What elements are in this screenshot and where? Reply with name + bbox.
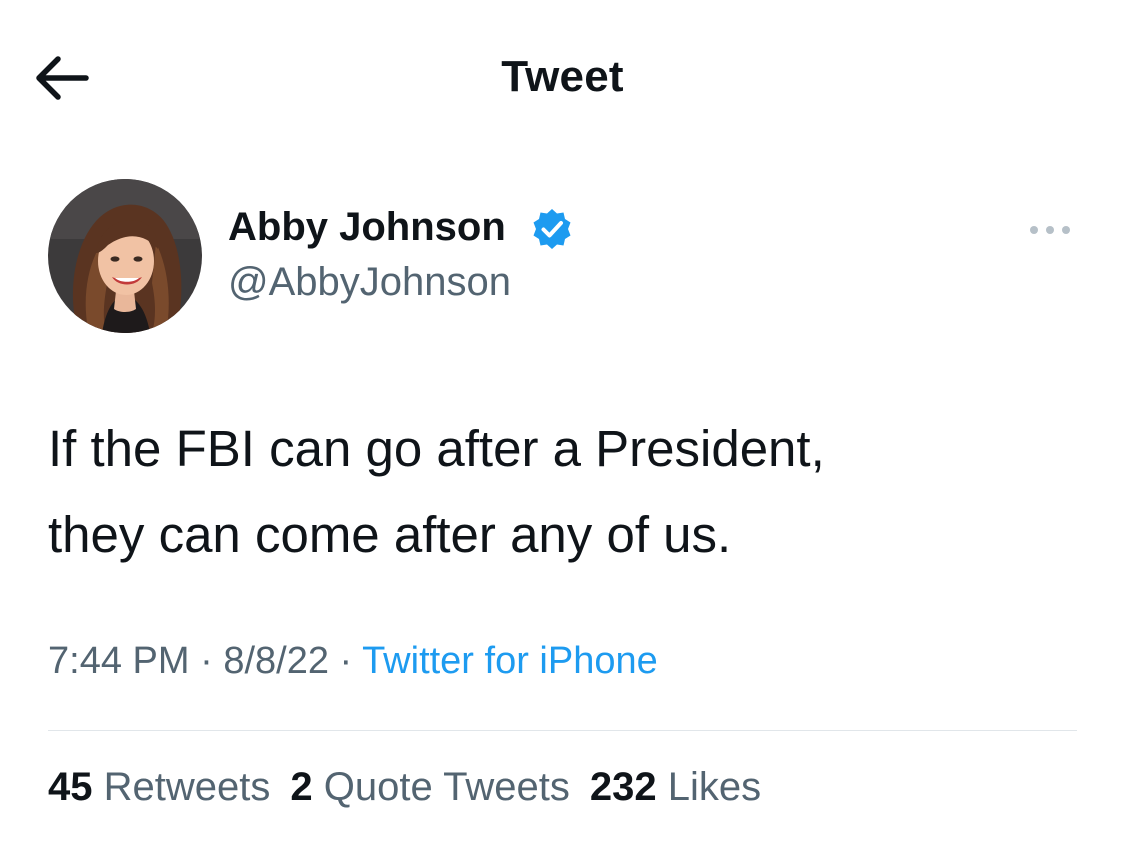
- top-bar: Tweet: [0, 0, 1125, 150]
- tweet-text-line: they can come after any of us.: [48, 506, 732, 563]
- meta-separator: ·: [189, 640, 224, 682]
- author-name[interactable]: Abby Johnson: [228, 205, 506, 250]
- quote-tweets-count: 2: [290, 765, 313, 809]
- more-horizontal-icon: [1030, 226, 1070, 234]
- retweets-stat[interactable]: 45 Retweets: [48, 765, 270, 809]
- tweet-date[interactable]: 8/8/22: [223, 640, 329, 682]
- page-title: Tweet: [501, 52, 624, 101]
- tweet-text: If the FBI can go after a President, the…: [48, 406, 1088, 578]
- tweet-time[interactable]: 7:44 PM: [48, 640, 190, 682]
- tweet-text-line: If the FBI can go after a President,: [48, 420, 825, 477]
- quote-tweets-label: Quote Tweets: [323, 765, 570, 809]
- tweet-meta: 7:44 PM · 8/8/22 · Twitter for iPhone: [48, 640, 658, 683]
- likes-count: 232: [589, 765, 657, 809]
- retweets-count: 45: [48, 765, 93, 809]
- retweets-label: Retweets: [103, 765, 271, 809]
- quote-tweets-stat[interactable]: 2 Quote Tweets: [290, 765, 569, 809]
- divider: [48, 730, 1077, 731]
- tweet-stats: 45 Retweets 2 Quote Tweets 232 Likes: [48, 765, 781, 810]
- meta-separator: ·: [328, 640, 363, 682]
- more-options-button[interactable]: [1024, 212, 1076, 248]
- tweet-source-link[interactable]: Twitter for iPhone: [362, 640, 658, 682]
- verified-badge-icon: [533, 209, 571, 249]
- author-handle[interactable]: @AbbyJohnson: [228, 260, 511, 305]
- likes-label: Likes: [667, 765, 762, 809]
- avatar[interactable]: [48, 179, 202, 333]
- likes-stat[interactable]: 232 Likes: [590, 765, 761, 809]
